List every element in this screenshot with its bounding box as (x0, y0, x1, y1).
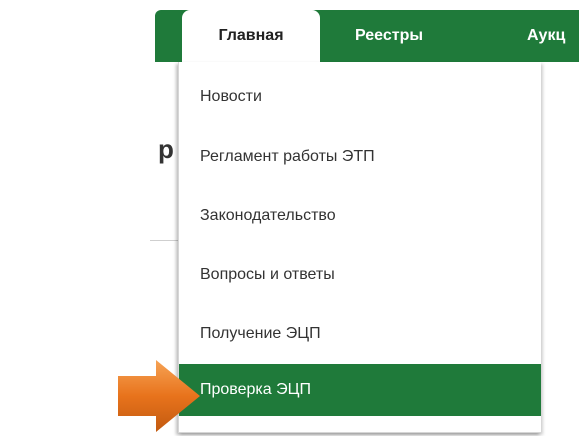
page-heading-fragment: р (158, 134, 174, 164)
arrow-right-icon (118, 360, 200, 432)
main-nav-bar: Главная Реестры Аукц (155, 10, 579, 68)
divider (150, 240, 178, 241)
menu-item-get-signature[interactable]: Получение ЭЦП (179, 304, 541, 363)
menu-item-faq[interactable]: Вопросы и ответы (179, 245, 541, 304)
home-dropdown-menu: Новости Регламент работы ЭТП Законодател… (178, 62, 541, 433)
nav-tab-home[interactable]: Главная (182, 10, 320, 68)
menu-item-etp-regulations[interactable]: Регламент работы ЭТП (179, 127, 541, 186)
nav-tab-registries[interactable]: Реестры (355, 10, 423, 62)
nav-tab-auctions[interactable]: Аукц (527, 10, 565, 62)
menu-item-legislation[interactable]: Законодательство (179, 186, 541, 245)
menu-item-news[interactable]: Новости (179, 67, 541, 126)
menu-item-check-signature[interactable]: Проверка ЭЦП (179, 364, 541, 416)
